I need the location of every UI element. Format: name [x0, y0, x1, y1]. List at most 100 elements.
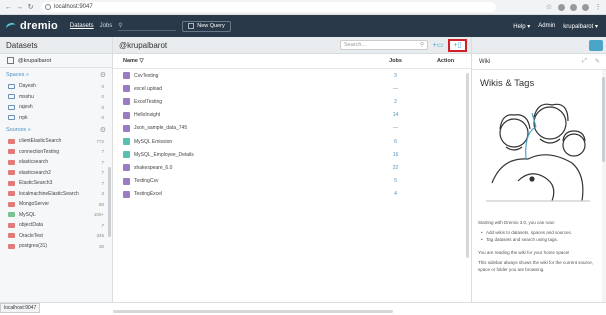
dataset-name[interactable]: shakespeare_6.0	[134, 165, 368, 171]
global-search[interactable]: ⚲	[118, 21, 177, 31]
user-menu[interactable]: krupalbarot ▾	[563, 23, 598, 30]
sidebar-scrollbar[interactable]	[108, 167, 111, 237]
source-icon	[8, 180, 15, 186]
dataset-icon	[123, 190, 130, 198]
extension-icon-2[interactable]	[570, 3, 577, 11]
dataset-name[interactable]: ExcelTesting	[134, 99, 368, 105]
space-item[interactable]: rrpk 0	[0, 113, 112, 124]
dataset-row[interactable]: ExcelTesting 2	[113, 95, 471, 108]
dataset-name[interactable]: CsvTesting	[134, 73, 368, 79]
dataset-icon	[123, 151, 130, 159]
add-file-button[interactable]: +▯	[448, 38, 467, 52]
dataset-row[interactable]: TestingCsv 5	[113, 175, 471, 188]
source-icon	[8, 222, 15, 228]
add-source-gear-icon[interactable]: ⚙	[100, 126, 106, 134]
dataset-jobs-link[interactable]: 5	[368, 178, 423, 184]
dataset-jobs-link[interactable]: 3	[368, 73, 423, 79]
source-icon	[8, 170, 15, 176]
search-input[interactable]: Search... ⚲	[340, 40, 428, 50]
dataset-name[interactable]: excel upload	[134, 86, 368, 92]
expand-icon[interactable]: ⤢	[582, 58, 587, 65]
source-item[interactable]: OracleTest 345	[0, 231, 112, 242]
space-item[interactable]: msshu 0	[0, 92, 112, 103]
source-item[interactable]: clientElasticSearch 772	[0, 136, 112, 147]
dataset-name[interactable]: TestingExcel	[134, 191, 368, 197]
add-space-gear-icon[interactable]: ⚙	[100, 71, 106, 79]
new-query-button[interactable]: New Query	[182, 20, 231, 32]
dataset-jobs-link[interactable]: 22	[368, 165, 423, 171]
dataset-row[interactable]: MySQL Emission 6	[113, 135, 471, 148]
horizontal-scrollbar[interactable]	[113, 310, 393, 313]
dataset-name[interactable]: TestingCsv	[134, 178, 368, 184]
spaces-link[interactable]: Spaces »	[6, 72, 29, 78]
bookmark-star-icon[interactable]: ☆	[545, 3, 553, 11]
source-item[interactable]: localmachineElasticSearch 3	[0, 189, 112, 200]
edit-icon[interactable]: ✎	[595, 58, 600, 65]
wiki-toggle-button[interactable]	[589, 39, 603, 51]
search-icon: ⚲	[419, 42, 424, 48]
back-icon[interactable]: ←	[4, 3, 13, 12]
dataset-row[interactable]: Json_sample_data_745—	[113, 122, 471, 135]
extension-icon[interactable]	[558, 3, 565, 11]
dataset-name[interactable]: MySQL_Employee_Details	[134, 152, 368, 158]
dremio-logo[interactable]: dremio	[6, 20, 58, 32]
dataset-icon	[123, 85, 130, 93]
dataset-icon	[123, 111, 130, 119]
wiki-title: Wikis & Tags	[480, 78, 535, 89]
dataset-jobs-link[interactable]: 16	[368, 152, 423, 158]
dataset-row[interactable]: CsvTesting 3	[113, 69, 471, 82]
source-item[interactable]: objectData 7	[0, 220, 112, 231]
sources-link[interactable]: Sources »	[6, 127, 31, 133]
dataset-row[interactable]: excel upload —	[113, 82, 471, 95]
space-icon	[8, 104, 15, 110]
space-item[interactable]: Dayesh 0	[0, 81, 112, 92]
address-bar[interactable]: localhost:9047	[41, 2, 496, 12]
source-item[interactable]: postgres(31) 30	[0, 241, 112, 252]
column-name[interactable]: Name ▽	[123, 58, 368, 64]
dataset-name[interactable]: HelloInsight	[134, 112, 368, 118]
dataset-jobs-link[interactable]: —	[368, 125, 423, 131]
source-item[interactable]: MongoServer 80	[0, 199, 112, 210]
dataset-row[interactable]: TestingExcel 4	[113, 188, 471, 201]
sources-list: clientElasticSearch 772 connectionTesting 7…	[0, 136, 112, 252]
space-item[interactable]: rajesh 0	[0, 102, 112, 113]
admin-link[interactable]: Admin	[538, 23, 555, 29]
dataset-jobs-link[interactable]: —	[368, 86, 423, 92]
wiki-scrollbar[interactable]	[602, 77, 605, 162]
dataset-name[interactable]: MySQL Emission	[134, 139, 368, 145]
dataset-jobs-link[interactable]: 2	[368, 99, 423, 105]
column-action: Action	[436, 58, 455, 64]
dataset-jobs-link[interactable]: 4	[368, 191, 423, 197]
space-name: msshu	[19, 93, 34, 100]
add-folder-button[interactable]: +▭	[430, 40, 446, 51]
dataset-jobs-link[interactable]: 6	[368, 139, 423, 145]
source-icon	[8, 212, 15, 218]
dataset-row[interactable]: shakespeare_6.0 22	[113, 161, 471, 174]
nav-datasets[interactable]: Datasets	[70, 23, 94, 29]
reload-icon[interactable]: ↻	[26, 3, 35, 12]
help-menu[interactable]: Help ▾	[513, 23, 530, 30]
space-name: Dayesh	[19, 83, 36, 90]
source-item[interactable]: MySQL 100+	[0, 210, 112, 221]
source-item[interactable]: connectionTesting 7	[0, 147, 112, 158]
forward-icon[interactable]: →	[15, 3, 24, 12]
list-scrollbar[interactable]	[466, 73, 469, 258]
space-icon	[8, 115, 15, 121]
source-icon	[8, 233, 15, 239]
browser-menu-icon[interactable]: ⋮	[594, 3, 602, 11]
dataset-jobs-link[interactable]: 14	[368, 112, 423, 118]
space-count: 0	[101, 104, 104, 110]
source-item[interactable]: elasticsearch 7	[0, 157, 112, 168]
dataset-name[interactable]: Json_sample_data_745	[134, 125, 368, 131]
source-item[interactable]: ElasticSearch3 7	[0, 178, 112, 189]
nav-jobs[interactable]: Jobs	[100, 23, 113, 29]
space-count: 0	[101, 94, 104, 100]
wiki-tab[interactable]: Wiki	[479, 59, 490, 65]
home-space-item[interactable]: @krupalbarot	[0, 54, 112, 68]
profile-avatar[interactable]	[582, 3, 589, 11]
dataset-row[interactable]: HelloInsight 14	[113, 109, 471, 122]
source-count: 772	[96, 138, 104, 144]
dataset-row[interactable]: MySQL_Employee_Details 16	[113, 148, 471, 161]
source-item[interactable]: elasticsearch2 7	[0, 168, 112, 179]
site-info-icon[interactable]	[45, 4, 51, 10]
